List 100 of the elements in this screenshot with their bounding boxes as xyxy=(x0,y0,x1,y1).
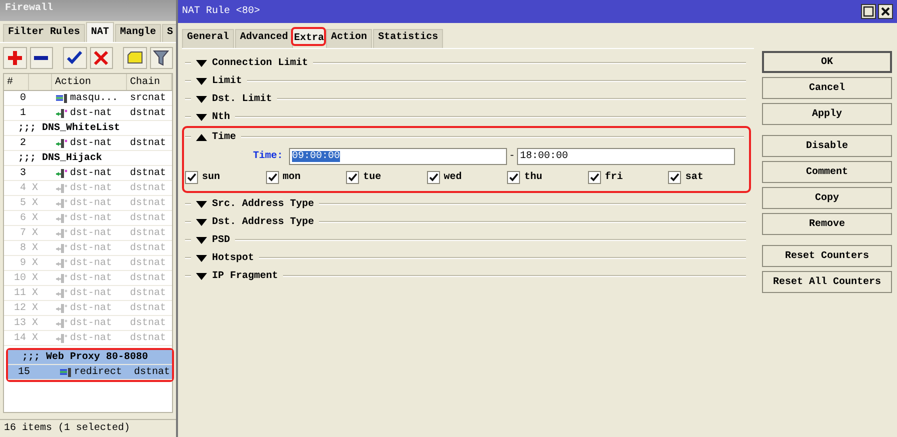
section-header[interactable]: Limit xyxy=(212,76,242,86)
table-cell-text: 15 xyxy=(16,366,31,378)
section-header[interactable]: Nth xyxy=(212,112,230,122)
section-header[interactable]: Src. Address Type xyxy=(212,198,314,210)
check-icon xyxy=(348,172,358,182)
status-bar: 16 items (1 selected) xyxy=(0,419,176,437)
comment-row[interactable]: ;;; DNS_WhiteList xyxy=(4,121,172,136)
plus-icon xyxy=(6,50,23,66)
table-cell-text: 8 xyxy=(18,242,27,254)
section-header[interactable]: Dst. Address Type xyxy=(212,216,314,228)
column-header[interactable]: # xyxy=(4,74,29,90)
tab[interactable]: NAT xyxy=(86,22,114,42)
table-cell-text: dstnat xyxy=(129,198,168,208)
tab[interactable]: Statistics xyxy=(373,29,444,48)
note-icon xyxy=(126,50,143,66)
check-button[interactable] xyxy=(63,47,86,69)
checkbox[interactable] xyxy=(346,170,360,184)
table-cell-text: 14 xyxy=(12,332,27,344)
filter-button[interactable] xyxy=(150,47,173,69)
table-cell-text: X xyxy=(31,318,40,328)
table-cell-text: 6 xyxy=(18,212,27,224)
checkbox[interactable] xyxy=(426,170,440,184)
table-cell-text: 5 xyxy=(18,198,27,208)
maximize-button[interactable] xyxy=(861,4,876,19)
note-button[interactable] xyxy=(123,47,146,69)
window-title: Firewall xyxy=(0,0,176,21)
table-cell-text: dstnat xyxy=(129,272,168,284)
plus-button[interactable] xyxy=(3,47,26,69)
dialog-button[interactable]: OK xyxy=(762,51,892,73)
dialog-button[interactable]: Copy xyxy=(762,187,892,209)
section-header[interactable]: Connection Limit xyxy=(212,58,308,68)
cross-button[interactable] xyxy=(90,47,113,69)
checkbox[interactable] xyxy=(266,170,279,184)
arrows-icon xyxy=(55,94,68,102)
dialog-button[interactable]: Comment xyxy=(762,161,892,183)
checkbox[interactable] xyxy=(668,170,682,184)
dialog-button[interactable]: Cancel xyxy=(762,77,892,99)
expand-arrow-icon[interactable] xyxy=(196,272,207,280)
check-icon xyxy=(509,172,518,182)
checkbox-label: wed xyxy=(444,172,462,182)
section-header[interactable]: Hotspot xyxy=(212,252,254,264)
dialog-button[interactable]: Remove xyxy=(762,213,892,235)
table-cell: dst-nat xyxy=(70,302,112,314)
table-cell-text: dstnat xyxy=(129,228,168,238)
table-cell-text: X xyxy=(31,258,40,268)
checkbox[interactable] xyxy=(185,170,198,184)
dialog-button[interactable]: Apply xyxy=(762,103,892,125)
checkbox[interactable] xyxy=(588,170,601,184)
table-cell: dst-nat xyxy=(70,242,112,254)
section-header[interactable]: IP Fragment xyxy=(212,270,278,282)
check-icon xyxy=(670,172,680,182)
table-cell-text: dstnat xyxy=(129,258,168,268)
expand-arrow-icon[interactable] xyxy=(196,96,207,102)
table-cell: dst-nat xyxy=(70,182,112,194)
section-header[interactable]: PSD xyxy=(212,234,230,246)
tab[interactable]: S xyxy=(162,24,176,42)
table-cell-text: X xyxy=(31,182,40,194)
arrow-icon xyxy=(55,198,68,208)
table-cell-text: dstnat xyxy=(129,318,168,328)
expand-arrow-icon[interactable] xyxy=(196,236,207,244)
check-icon xyxy=(590,172,599,182)
comment-row[interactable]: ;;; DNS_Hijack xyxy=(4,151,172,166)
expand-arrow-icon[interactable] xyxy=(196,218,207,226)
table-cell-text: 10 xyxy=(12,272,27,284)
table-cell-text: X xyxy=(31,288,40,298)
dialog-button[interactable]: Reset All Counters xyxy=(762,271,892,293)
table-cell-text: dstnat xyxy=(129,242,168,254)
tab[interactable]: Filter Rules xyxy=(3,24,86,42)
tab[interactable]: General xyxy=(182,29,234,48)
column-header[interactable]: Chain xyxy=(127,74,172,90)
expand-arrow-icon[interactable] xyxy=(196,78,207,84)
arrow-icon xyxy=(55,184,68,192)
table-cell: dst-nat xyxy=(70,168,112,178)
expand-arrow-icon[interactable] xyxy=(196,254,207,262)
expand-arrow-icon[interactable] xyxy=(196,60,207,66)
collapse-arrow-icon[interactable] xyxy=(196,134,207,140)
section-header[interactable]: Time xyxy=(212,132,236,142)
table-cell-text: 11 xyxy=(12,288,27,298)
dialog-button[interactable]: Reset Counters xyxy=(762,245,892,267)
expand-arrow-icon[interactable] xyxy=(196,200,207,208)
dialog-button[interactable]: Disable xyxy=(762,135,892,157)
arrow-icon xyxy=(55,244,68,252)
check-icon xyxy=(428,172,438,182)
tab[interactable]: Mangle xyxy=(115,24,162,42)
close-button[interactable] xyxy=(878,4,893,19)
arrow-icon xyxy=(55,334,68,342)
checkbox-label: sun xyxy=(202,172,220,182)
time-to-field[interactable]: 18:00:00 xyxy=(517,148,735,164)
tab[interactable]: Advanced xyxy=(235,29,294,48)
minus-button[interactable] xyxy=(30,47,53,69)
checkbox-label: tue xyxy=(363,172,382,182)
time-from-field[interactable]: 09:00:00 xyxy=(289,148,507,164)
tab[interactable]: Extra xyxy=(291,27,326,46)
column-header[interactable]: Action xyxy=(52,74,127,90)
check-icon xyxy=(187,172,196,182)
tab[interactable]: Action xyxy=(326,29,372,48)
checkbox[interactable] xyxy=(507,170,520,184)
comment-row[interactable]: ;;; Web Proxy 80-8080 xyxy=(8,350,172,365)
expand-arrow-icon[interactable] xyxy=(196,114,207,120)
section-header[interactable]: Dst. Limit xyxy=(212,94,272,104)
